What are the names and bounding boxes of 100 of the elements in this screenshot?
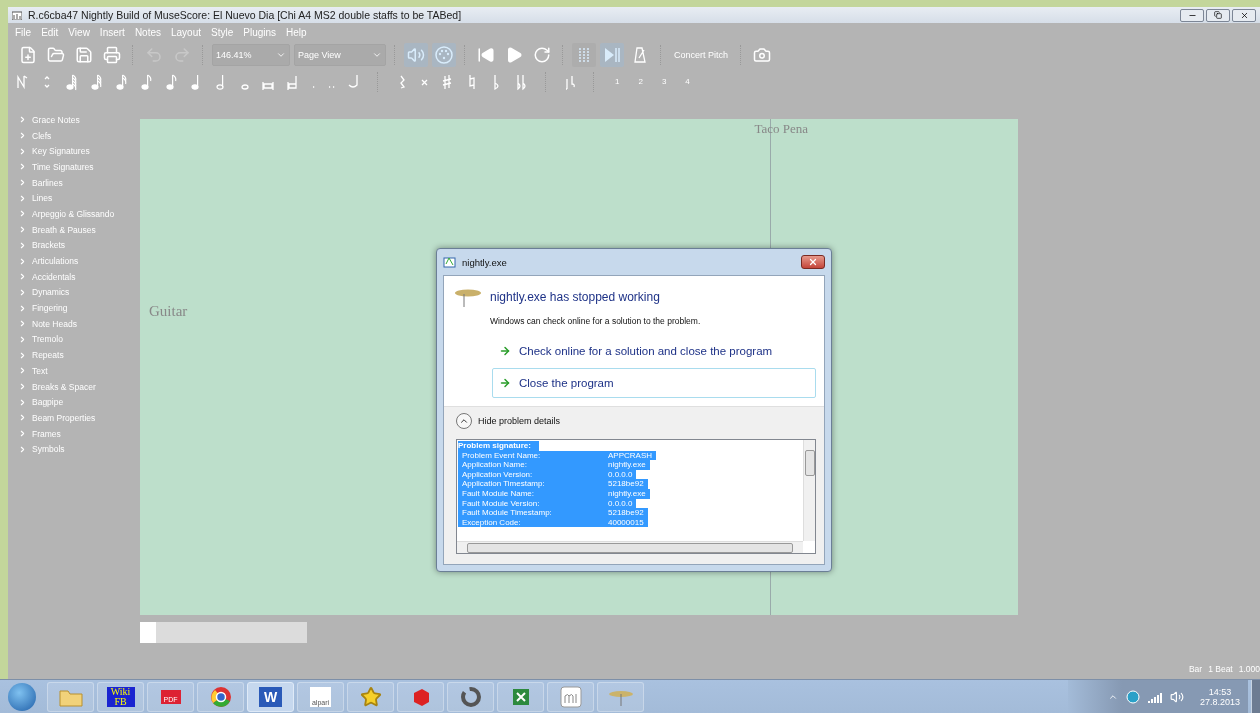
palette-label: Breaks & Spacer (32, 381, 96, 392)
midi-input-button[interactable] (432, 42, 456, 67)
app-icon (559, 685, 582, 708)
palette-item[interactable]: Key Signatures (8, 143, 138, 160)
panel-icon (140, 622, 156, 643)
taskbar-button[interactable] (347, 681, 394, 712)
voice-button[interactable]: 2 (635, 77, 646, 86)
detail-value: 0.0.0.0 (608, 469, 637, 480)
horizontal-scrollbar[interactable] (457, 541, 803, 553)
menu-item[interactable]: Plugins (238, 26, 282, 38)
voice-button[interactable]: 4 (682, 77, 693, 86)
minimize-button[interactable] (1180, 8, 1204, 22)
detail-name: Application Version: (458, 469, 608, 480)
palette-label: Barlines (32, 177, 63, 188)
arrow-icon (499, 345, 511, 357)
palette-item[interactable]: Symbols (8, 441, 138, 458)
taskbar-button[interactable] (197, 681, 244, 712)
palette-label: Grace Notes (32, 114, 80, 125)
palette-item[interactable]: Bagpipe (8, 394, 138, 411)
palette-item[interactable]: Arpeggio & Glissando (8, 206, 138, 222)
menu-item[interactable]: Notes (129, 26, 166, 38)
palette-item[interactable]: Note Heads (8, 315, 138, 332)
menu-item[interactable]: Edit (36, 26, 64, 38)
status-text: Bar (1188, 664, 1203, 676)
start-button[interactable] (8, 682, 36, 711)
detail-value: 40000015 (608, 517, 648, 528)
vertical-scrollbar[interactable] (803, 440, 815, 541)
detail-value: nightly.exe (608, 488, 650, 499)
status-text: 1 Beat (1208, 664, 1233, 676)
palette-label: Tremolo (32, 334, 63, 345)
menu-item[interactable]: Insert (94, 26, 130, 38)
taskbar-button[interactable]: Wiki FB (97, 681, 144, 712)
view-dropdown[interactable]: Page View (294, 43, 386, 66)
palette-label: Fingering (32, 303, 68, 314)
palette-item[interactable]: Dynamics (8, 284, 138, 301)
palette-label: Note Heads (32, 318, 77, 329)
chrome-icon (209, 685, 232, 708)
clock-time: 14:53 (1208, 686, 1232, 697)
close-button[interactable] (801, 255, 825, 269)
taskbar-button[interactable] (547, 681, 594, 712)
palette-item[interactable]: Tremolo (8, 331, 138, 348)
arrow-icon (499, 377, 511, 389)
palette-label: Time Signatures (32, 161, 94, 172)
palette-item[interactable]: Beam Properties (8, 410, 138, 426)
taskbar-button[interactable] (397, 681, 444, 712)
loop-in-button[interactable] (572, 42, 596, 67)
taskbar-button[interactable]: W (247, 681, 294, 712)
whole-note-icon (241, 83, 249, 90)
palette-item[interactable]: Repeats (8, 347, 138, 363)
palette-item[interactable]: Fingering (8, 300, 138, 316)
palette-label: Symbols (32, 444, 65, 455)
chevron-circle-icon (456, 413, 472, 429)
globe-icon (1125, 689, 1140, 704)
palette-item[interactable]: Breaks & Spacer (8, 378, 138, 395)
menu-item[interactable]: Layout (166, 26, 207, 38)
detail-value: 0.0.0.0 (608, 498, 637, 509)
note-icon (66, 72, 78, 91)
palette-item[interactable]: Clefs (8, 127, 138, 144)
menu-item[interactable]: Help (281, 26, 312, 38)
palette-item[interactable]: Barlines (8, 174, 138, 191)
restore-button[interactable] (1206, 8, 1230, 22)
palette-item[interactable]: Frames (8, 425, 138, 442)
sound-button[interactable] (404, 42, 428, 67)
palette-item[interactable]: Accidentals (8, 268, 138, 285)
concert-pitch-button[interactable]: Concert Pitch (670, 43, 733, 66)
ring-icon (459, 685, 482, 708)
palette-label: Repeats (32, 350, 64, 361)
loop-out-icon (603, 45, 621, 64)
voice-button[interactable]: 1 (612, 77, 623, 86)
detail-name: Problem Event Name: (458, 450, 608, 461)
details-toggle[interactable]: Hide problem details (456, 407, 816, 435)
breve-icon (262, 80, 274, 91)
palette-item[interactable]: Time Signatures (8, 159, 138, 175)
palette-item[interactable]: Articulations (8, 253, 138, 269)
menu-item[interactable]: View (63, 26, 95, 38)
menu-item[interactable]: Style (206, 26, 239, 38)
detail-value: nightly.exe (608, 460, 650, 470)
detail-name: Fault Module Timestamp: (458, 508, 608, 518)
command-link[interactable]: Close the program (492, 368, 816, 398)
show-desktop-button[interactable] (1251, 680, 1260, 713)
close-button[interactable] (1232, 8, 1256, 22)
taskbar-button[interactable] (447, 681, 494, 712)
loop-out-button[interactable] (600, 42, 624, 67)
palette-item[interactable]: Grace Notes (8, 112, 138, 128)
palette-label: Breath & Pauses (32, 224, 96, 235)
palette-item[interactable]: Text (8, 363, 138, 379)
palette-item[interactable]: Breath & Pauses (8, 221, 138, 238)
taskbar-button[interactable] (497, 681, 544, 712)
app-icon (12, 10, 22, 20)
dialog-heading: nightly.exe has stopped working (490, 290, 660, 304)
palette-item[interactable]: Lines (8, 190, 138, 207)
detail-name: Fault Module Version: (458, 498, 608, 509)
voice-button[interactable]: 3 (658, 77, 670, 86)
volume-icon (1169, 689, 1184, 704)
palette-item[interactable]: Brackets (8, 237, 138, 254)
zoom-dropdown[interactable]: 146.41% (212, 43, 290, 66)
spreadsheet-icon (510, 686, 531, 707)
word-label: W (258, 686, 283, 707)
note-icon (91, 72, 103, 91)
menu-item[interactable]: File (10, 26, 37, 38)
